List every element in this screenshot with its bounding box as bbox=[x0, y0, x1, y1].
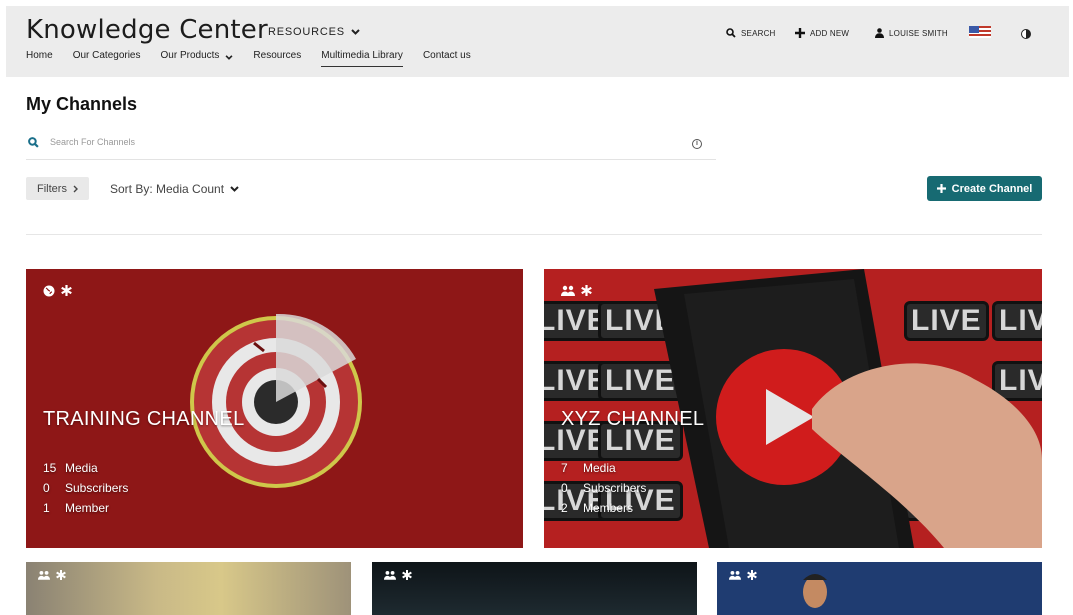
page-title: My Channels bbox=[26, 94, 138, 114]
language-flag-icon[interactable] bbox=[969, 26, 991, 38]
user-menu[interactable]: LOUISE SMITH bbox=[875, 28, 948, 38]
user-icon bbox=[875, 28, 884, 38]
search-input[interactable] bbox=[48, 136, 652, 148]
asterisk-icon bbox=[402, 570, 412, 580]
user-label: LOUISE SMITH bbox=[889, 28, 948, 38]
sort-label: Sort By: Media Count bbox=[110, 182, 225, 196]
nav-our-products[interactable]: Our Products bbox=[161, 50, 234, 67]
info-icon[interactable]: i bbox=[692, 139, 702, 149]
plus-icon bbox=[795, 28, 805, 38]
card-meta-icons bbox=[384, 570, 412, 580]
channel-title[interactable]: XYZ CHANNEL bbox=[561, 408, 704, 431]
channel-card-training[interactable]: TRAINING CHANNEL 15 Media 0 Subscribers 1 M… bbox=[26, 269, 523, 548]
create-channel-label: Create Channel bbox=[951, 182, 1033, 195]
site-header: Knowledge Center RESOURCES Home Our Cate… bbox=[6, 6, 1069, 77]
nav-home[interactable]: Home bbox=[26, 50, 53, 67]
media-label: Media bbox=[65, 461, 98, 475]
group-icon bbox=[38, 570, 50, 580]
channel-search: i bbox=[26, 134, 716, 160]
resources-label: RESOURCES bbox=[268, 26, 345, 38]
person-illustration bbox=[803, 574, 827, 608]
contrast-icon[interactable] bbox=[1021, 29, 1031, 39]
subscribers-count: 0 bbox=[561, 481, 568, 495]
subscribers-label: Subscribers bbox=[65, 481, 129, 495]
card-meta-icons bbox=[729, 570, 757, 580]
channel-stats: 7 Media 0 Subscribers 2 Members bbox=[561, 458, 646, 518]
main-nav: Home Our Categories Our Products Resourc… bbox=[26, 50, 471, 67]
channel-card[interactable] bbox=[372, 562, 697, 615]
filters-label: Filters bbox=[37, 182, 67, 195]
nav-our-categories[interactable]: Our Categories bbox=[73, 50, 141, 67]
group-icon bbox=[384, 570, 396, 580]
channel-title[interactable]: TRAINING CHANNEL bbox=[43, 408, 245, 431]
asterisk-icon bbox=[56, 570, 66, 580]
search-label: SEARCH bbox=[741, 28, 776, 38]
header-search-button[interactable]: SEARCH bbox=[726, 28, 776, 38]
nav-multimedia-library[interactable]: Multimedia Library bbox=[321, 50, 403, 67]
chevron-down-icon bbox=[225, 54, 233, 60]
members-label: Member bbox=[65, 501, 110, 515]
sort-dropdown[interactable]: Sort By: Media Count bbox=[110, 182, 239, 196]
group-icon bbox=[729, 570, 741, 580]
nav-resources[interactable]: Resources bbox=[253, 50, 301, 67]
members-count: 1 bbox=[43, 501, 50, 515]
asterisk-icon bbox=[581, 285, 592, 296]
channel-card-xyz[interactable]: LIVE LIVE LIVE LIVE LIVE LIVE LIVE LIVE … bbox=[544, 269, 1042, 548]
asterisk-icon bbox=[61, 285, 72, 296]
plus-icon bbox=[936, 184, 946, 193]
create-channel-button[interactable]: Create Channel bbox=[927, 176, 1042, 201]
search-icon bbox=[28, 137, 39, 148]
channel-card[interactable] bbox=[26, 562, 351, 615]
divider bbox=[26, 234, 1042, 235]
media-count: 15 bbox=[43, 461, 57, 475]
channel-card[interactable] bbox=[717, 562, 1042, 615]
channel-stats: 15 Media 0 Subscribers 1 Member bbox=[43, 458, 128, 518]
media-label: Media bbox=[583, 461, 616, 475]
filters-button[interactable]: Filters bbox=[26, 177, 89, 200]
asterisk-icon bbox=[747, 570, 757, 580]
subscribers-label: Subscribers bbox=[583, 481, 647, 495]
site-title[interactable]: Knowledge Center bbox=[26, 15, 268, 45]
add-new-button[interactable]: ADD NEW bbox=[795, 28, 849, 38]
chevron-right-icon bbox=[73, 185, 78, 192]
chevron-down-icon bbox=[351, 29, 360, 35]
resources-dropdown[interactable]: RESOURCES bbox=[268, 26, 360, 38]
card-meta-icons bbox=[43, 285, 72, 297]
globe-icon bbox=[43, 285, 55, 297]
add-new-label: ADD NEW bbox=[810, 28, 850, 38]
nav-our-products-label: Our Products bbox=[160, 50, 220, 61]
card-meta-icons bbox=[561, 285, 592, 296]
nav-contact-us[interactable]: Contact us bbox=[423, 50, 471, 67]
chevron-down-icon bbox=[230, 186, 239, 192]
search-icon bbox=[726, 28, 736, 38]
media-count: 7 bbox=[561, 461, 568, 475]
members-count: 2 bbox=[561, 501, 568, 515]
card-meta-icons bbox=[38, 570, 66, 580]
members-label: Members bbox=[583, 501, 634, 515]
subscribers-count: 0 bbox=[43, 481, 50, 495]
group-icon bbox=[561, 285, 575, 296]
